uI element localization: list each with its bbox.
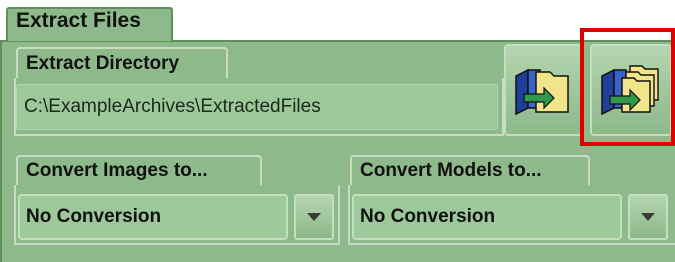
convert-models-selected: No Conversion [360,206,496,227]
convert-images-label: Convert Images to... [26,160,208,181]
extract-selected-button[interactable] [504,44,582,136]
convert-models-dropdown-button[interactable] [628,194,668,240]
convert-models-label: Convert Models to... [360,160,542,181]
convert-images-dropdown-button[interactable] [294,194,334,240]
extract-folder-icon [515,68,569,116]
extract-directory-path: C:\ExampleArchives\ExtractedFiles [24,96,321,117]
convert-images-selected: No Conversion [26,206,162,227]
chevron-down-icon [307,213,321,221]
extract-directory-label: Extract Directory [26,53,180,74]
chevron-down-icon [641,213,655,221]
highlight-box [580,28,675,146]
tab-extract-files-label: Extract Files [16,9,141,32]
